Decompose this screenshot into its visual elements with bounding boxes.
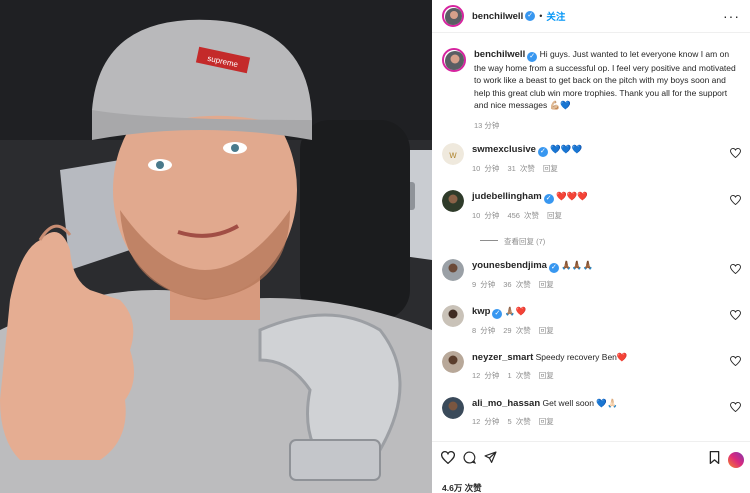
commenter-avatar[interactable]: w — [442, 143, 464, 165]
commenter-avatar-image — [442, 305, 464, 327]
author-avatar-image — [445, 8, 462, 25]
comment-text: 🙏🏽❤️ — [504, 306, 527, 316]
comment: younesbendjima ✓ 🙏🏾🙏🏾🙏🏾 9 分钟 36 次赞 回复 — [442, 259, 742, 290]
reply-button[interactable]: 回复 — [539, 280, 554, 289]
like-heart-icon[interactable] — [441, 451, 455, 464]
comment-username[interactable]: younesbendjima — [472, 260, 547, 271]
author-avatar[interactable] — [442, 5, 464, 27]
view-replies-button[interactable]: 查看回复 (7) — [480, 236, 545, 247]
comment-username[interactable]: swmexclusive — [472, 144, 536, 155]
caption-username[interactable]: benchilwell — [474, 49, 525, 60]
commenter-avatar[interactable] — [442, 397, 464, 419]
like-comment-heart-icon[interactable] — [730, 264, 741, 274]
comment-time: 8 分钟 — [472, 326, 496, 335]
caption-avatar-image — [445, 51, 464, 70]
reply-button[interactable]: 回复 — [539, 371, 554, 380]
comment: w swmexclusive ✓ 💙💙💙 10 分钟 31 次赞 回复 — [442, 143, 742, 174]
comment-username[interactable]: neyzer_smart — [472, 352, 533, 363]
comment-time: 10 分钟 — [472, 164, 500, 173]
author-username[interactable]: benchilwell — [472, 11, 523, 22]
comment-time: 9 分钟 — [472, 280, 496, 289]
post-like-count[interactable]: 4.6万 次赞 — [442, 482, 482, 493]
comment-likes[interactable]: 456 次赞 — [507, 211, 539, 220]
post-side-panel: benchilwell ✓ • 关注 ··· benchilwell ✓ Hi g… — [432, 0, 750, 493]
verified-icon: ✓ — [543, 194, 554, 204]
comment-username[interactable]: judebellingham — [472, 191, 542, 202]
view-replies-label: 查看回复 (7) — [504, 237, 546, 246]
comment-meta: 9 分钟 36 次赞 回复 — [472, 279, 742, 290]
separator-dot: • — [539, 11, 543, 21]
instagram-logo-icon — [728, 452, 744, 468]
comment: ali_mo_hassan Get well soon 💙🙏🏻 12 分钟 5 次… — [442, 397, 742, 427]
like-comment-heart-icon[interactable] — [730, 402, 741, 412]
like-comment-heart-icon[interactable] — [730, 356, 741, 366]
commenter-avatar-image — [442, 351, 464, 373]
caption-avatar[interactable] — [442, 48, 466, 72]
comment-text: Speedy recovery Ben❤️ — [535, 352, 628, 362]
commenter-avatar-image: w — [442, 143, 464, 165]
bookmark-icon[interactable] — [709, 451, 720, 464]
post-action-bar: 4.6万 次赞 — [432, 441, 750, 493]
caption: benchilwell ✓ Hi guys. Just wanted to let… — [442, 48, 742, 132]
reply-button[interactable]: 回复 — [543, 164, 558, 173]
like-comment-heart-icon[interactable] — [730, 195, 741, 205]
comment-meta: 12 分钟 5 次赞 回复 — [472, 416, 742, 427]
commenter-avatar[interactable] — [442, 190, 464, 212]
comment-meta: 10 分钟 31 次赞 回复 — [472, 163, 742, 174]
comment-meta: 8 分钟 29 次赞 回复 — [472, 325, 742, 336]
replies-dash — [480, 240, 498, 241]
reply-button[interactable]: 回复 — [539, 417, 554, 426]
comment-username[interactable]: kwp — [472, 306, 490, 317]
comment: neyzer_smart Speedy recovery Ben❤️ 12 分钟… — [442, 351, 742, 381]
share-send-icon[interactable] — [484, 451, 497, 464]
svg-text:w: w — [448, 150, 457, 161]
action-icons — [441, 451, 497, 464]
comment-time: 10 分钟 — [472, 211, 500, 220]
comment-likes[interactable]: 36 次赞 — [503, 280, 530, 289]
comment-likes[interactable]: 31 次赞 — [507, 164, 534, 173]
comment-username[interactable]: ali_mo_hassan — [472, 398, 540, 409]
comment-text: 💙💙💙 — [550, 144, 583, 154]
post-photo[interactable]: supreme — [0, 0, 432, 493]
selfie-image: supreme — [0, 0, 432, 493]
comment-text: ❤️❤️❤️ — [556, 191, 588, 201]
post-header: benchilwell ✓ • 关注 ··· — [432, 0, 750, 33]
verified-icon: ✓ — [548, 263, 559, 273]
more-options-button[interactable]: ··· — [723, 8, 740, 24]
reply-button[interactable]: 回复 — [539, 326, 554, 335]
commenter-avatar[interactable] — [442, 351, 464, 373]
comment-likes[interactable]: 5 次赞 — [507, 417, 530, 426]
reply-button[interactable]: 回复 — [547, 211, 562, 220]
comment-bubble-icon[interactable] — [463, 451, 476, 464]
like-comment-heart-icon[interactable] — [730, 148, 741, 158]
comment: judebellingham ✓ ❤️❤️❤️ 10 分钟 456 次赞 回复 — [442, 190, 742, 221]
comment-text: Get well soon 💙🙏🏻 — [542, 398, 618, 408]
commenter-avatar-image — [442, 259, 464, 281]
comment-text: 🙏🏾🙏🏾🙏🏾 — [561, 260, 594, 270]
comment: kwp ✓ 🙏🏽❤️ 8 分钟 29 次赞 回复 — [442, 305, 742, 336]
caption-time: 13 分钟 — [474, 120, 500, 130]
verified-icon: ✓ — [525, 11, 536, 21]
commenter-avatar[interactable] — [442, 259, 464, 281]
comment-meta: 12 分钟 1 次赞 回复 — [472, 370, 742, 381]
follow-button[interactable]: 关注 — [546, 9, 565, 23]
comment-likes[interactable]: 29 次赞 — [503, 326, 530, 335]
comment-meta: 10 分钟 456 次赞 回复 — [472, 210, 742, 221]
verified-icon: ✓ — [527, 52, 538, 62]
commenter-avatar-image — [442, 190, 464, 212]
commenter-avatar[interactable] — [442, 305, 464, 327]
comment-time: 12 分钟 — [472, 371, 500, 380]
commenter-avatar-image — [442, 397, 464, 419]
comment-likes[interactable]: 1 次赞 — [507, 371, 530, 380]
verified-icon: ✓ — [537, 147, 548, 157]
comment-time: 12 分钟 — [472, 417, 500, 426]
verified-icon: ✓ — [492, 309, 503, 319]
like-comment-heart-icon[interactable] — [730, 310, 741, 320]
